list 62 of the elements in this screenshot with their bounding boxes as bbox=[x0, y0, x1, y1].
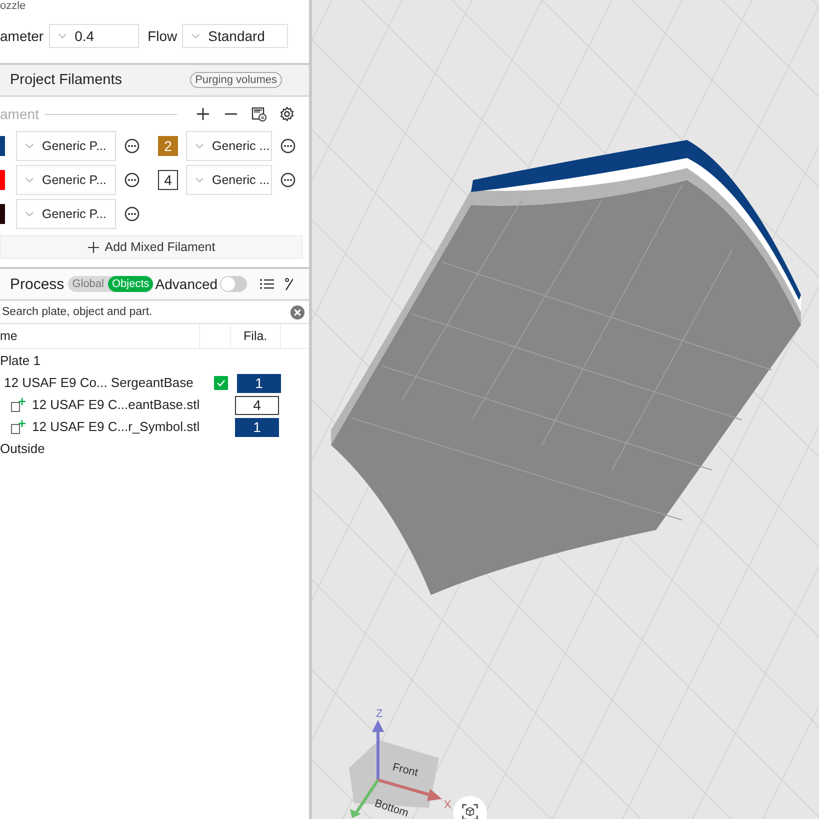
z-axis-arrow bbox=[372, 720, 384, 780]
add-mixed-filament-button[interactable]: Add Mixed Filament bbox=[0, 235, 303, 259]
plus-icon[interactable] bbox=[195, 106, 211, 122]
spool-sync-icon[interactable] bbox=[251, 106, 267, 122]
cube-face-label: Bottom bbox=[373, 797, 410, 818]
filament-preset-dropdown[interactable]: Generic P... bbox=[16, 199, 116, 229]
list-icon[interactable] bbox=[258, 276, 275, 292]
clear-icon[interactable] bbox=[290, 304, 305, 320]
part-icon bbox=[10, 397, 26, 413]
filament-number[interactable]: 4 bbox=[235, 396, 279, 414]
filament-number[interactable]: 1 bbox=[237, 374, 281, 392]
advanced-switch[interactable] bbox=[220, 276, 247, 292]
filament-color-swatch[interactable] bbox=[0, 204, 5, 224]
section-title: Project Filaments bbox=[10, 72, 122, 88]
search-field[interactable]: Search plate, object and part. bbox=[0, 306, 290, 318]
more-icon[interactable] bbox=[124, 138, 140, 154]
plate-row[interactable]: Plate 1 bbox=[0, 352, 200, 370]
filament-preset-dropdown[interactable]: Generic ... bbox=[186, 165, 272, 195]
more-icon[interactable] bbox=[124, 206, 140, 222]
x-axis-label: X bbox=[444, 799, 452, 811]
diameter-label: ameter bbox=[0, 28, 44, 44]
filament-preset-dropdown[interactable]: Generic P... bbox=[16, 131, 116, 161]
filament-color-swatch[interactable] bbox=[0, 170, 5, 190]
column-header: Fila. bbox=[230, 324, 280, 348]
filament-number[interactable]: 1 bbox=[235, 418, 279, 436]
chevron-down-icon bbox=[25, 143, 34, 149]
cube-face-label: Front bbox=[391, 761, 420, 780]
purging-volumes-button[interactable]: Purging volumes bbox=[190, 72, 282, 88]
chevron-down-icon bbox=[195, 177, 204, 183]
section-title: ozzle bbox=[0, 0, 27, 12]
section-title: Process bbox=[10, 276, 64, 292]
checkbox[interactable] bbox=[214, 376, 228, 390]
chevron-down-icon bbox=[191, 33, 200, 39]
more-icon[interactable] bbox=[280, 138, 296, 154]
percent-icon[interactable] bbox=[284, 276, 293, 292]
column-header: me bbox=[0, 329, 18, 343]
part-icon bbox=[10, 419, 26, 435]
filament-preset-dropdown[interactable]: Generic ... bbox=[186, 131, 272, 161]
more-icon[interactable] bbox=[280, 172, 296, 188]
filament-preset-dropdown[interactable]: Generic P... bbox=[16, 165, 116, 195]
filament-number-badge[interactable]: 2 bbox=[158, 136, 178, 156]
part-row[interactable]: 12 USAF E9 C...eantBase.stl bbox=[32, 396, 202, 414]
filament-label: ament bbox=[0, 106, 39, 122]
filament-color-swatch[interactable] bbox=[0, 136, 5, 156]
diameter-dropdown[interactable]: 0.4 bbox=[48, 24, 139, 48]
view-cube-icon bbox=[461, 803, 479, 819]
advanced-label: Advanced bbox=[155, 276, 218, 292]
chevron-down-icon bbox=[25, 211, 34, 217]
flow-dropdown[interactable]: Standard bbox=[182, 24, 288, 48]
plus-icon bbox=[88, 242, 99, 252]
chevron-down-icon bbox=[195, 143, 204, 149]
part-row[interactable]: 12 USAF E9 C...r_Symbol.stl bbox=[32, 418, 202, 436]
plate-row[interactable]: Outside bbox=[0, 440, 200, 458]
chevron-down-icon bbox=[25, 177, 34, 183]
flow-label: Flow bbox=[148, 28, 178, 44]
filament-number-badge[interactable]: 4 bbox=[158, 170, 178, 190]
z-axis-label: Z bbox=[376, 708, 383, 720]
more-icon[interactable] bbox=[124, 172, 140, 188]
object-row[interactable]: 12 USAF E9 Co... SergeantBase bbox=[0, 374, 204, 392]
chevron-down-icon bbox=[58, 33, 67, 39]
x-axis-arrow bbox=[378, 778, 442, 801]
settings-icon[interactable] bbox=[279, 106, 295, 122]
